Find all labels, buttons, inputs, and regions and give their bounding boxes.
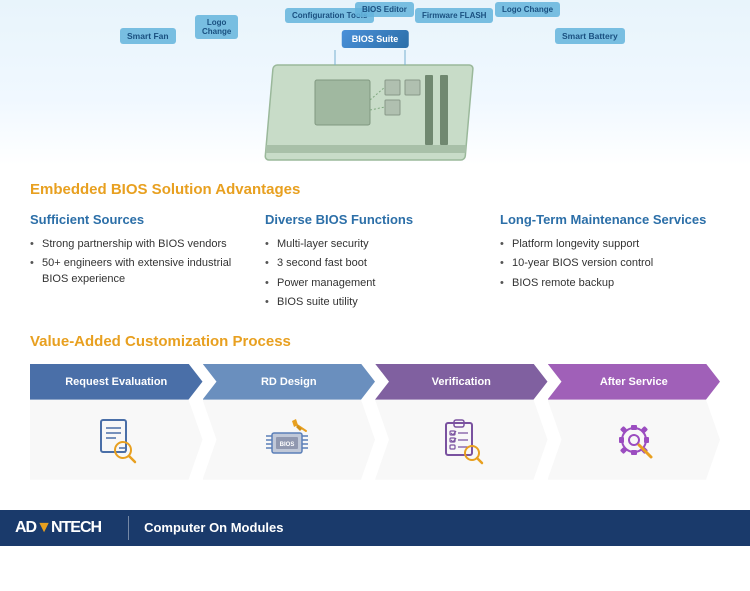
- col3-items: Platform longevity support 10-year BIOS …: [500, 235, 720, 293]
- list-item: BIOS remote backup: [500, 274, 720, 293]
- step3-icon-area: [375, 400, 548, 480]
- advantages-grid: Sufficient Sources Strong partnership wi…: [30, 212, 720, 313]
- footer-logo: AD▼NTECH: [15, 519, 113, 537]
- footer: AD▼NTECH Computer On Modules: [0, 510, 750, 546]
- list-item: Power management: [265, 274, 485, 293]
- step3-label: Verification: [432, 376, 491, 388]
- process-flow: Request Evaluation: [30, 364, 720, 480]
- logo-ntech: NTECH: [51, 519, 101, 536]
- step2-header: RD Design: [203, 364, 376, 400]
- step3-header: Verification: [375, 364, 548, 400]
- list-item: 3 second fast boot: [265, 254, 485, 273]
- section1-title: Embedded BIOS Solution Advantages: [30, 181, 720, 198]
- col1-title: Sufficient Sources: [30, 212, 250, 227]
- list-item: BIOS suite utility: [265, 293, 485, 312]
- request-evaluation-icon: [91, 415, 141, 465]
- section2-title: Value-Added Customization Process: [30, 333, 720, 350]
- footer-product-line: Computer On Modules: [144, 520, 283, 535]
- list-item: Multi-layer security: [265, 235, 485, 254]
- col2-title: Diverse BIOS Functions: [265, 212, 485, 227]
- label-logo-change-left: LogoChange: [195, 15, 238, 39]
- col1-items: Strong partnership with BIOS vendors 50+…: [30, 235, 250, 289]
- step-rd-design: RD Design BIOS: [203, 364, 376, 480]
- list-item: Strong partnership with BIOS vendors: [30, 235, 250, 254]
- logo-van: ▼: [36, 519, 51, 536]
- list-item: 10-year BIOS version control: [500, 254, 720, 273]
- step1-label: Request Evaluation: [65, 376, 167, 388]
- col-sufficient-sources: Sufficient Sources Strong partnership wi…: [30, 212, 265, 313]
- rd-design-icon: BIOS: [264, 415, 314, 465]
- col-longterm-maintenance: Long-Term Maintenance Services Platform …: [500, 212, 720, 313]
- svg-text:BIOS: BIOS: [279, 442, 294, 448]
- col3-title: Long-Term Maintenance Services: [500, 212, 720, 227]
- footer-brand: AD▼NTECH: [15, 519, 113, 537]
- step-verification: Verification: [375, 364, 548, 480]
- label-smart-fan: Smart Fan: [120, 28, 176, 44]
- step1-header: Request Evaluation: [30, 364, 203, 400]
- step-after-service: After Service: [548, 364, 721, 480]
- step4-header: After Service: [548, 364, 721, 400]
- col2-items: Multi-layer security 3 second fast boot …: [265, 235, 485, 313]
- bios-suite-label: BIOS Suite: [342, 30, 409, 48]
- label-logo-change-right: Logo Change: [495, 2, 560, 17]
- step4-icon-area: [548, 400, 721, 480]
- step2-label: RD Design: [261, 376, 317, 388]
- list-item: Platform longevity support: [500, 235, 720, 254]
- label-firmware-flash: Firmware FLASH: [415, 8, 493, 23]
- step-request-evaluation: Request Evaluation: [30, 364, 203, 480]
- step1-icon-area: [30, 400, 203, 480]
- step4-label: After Service: [600, 376, 668, 388]
- motherboard-illustration: [235, 45, 515, 165]
- label-bios-editor: BIOS Editor: [355, 2, 414, 17]
- step2-icon-area: BIOS: [203, 400, 376, 480]
- verification-icon: [436, 415, 486, 465]
- main-content: Embedded BIOS Solution Advantages Suffic…: [0, 165, 750, 500]
- col-diverse-bios: Diverse BIOS Functions Multi-layer secur…: [265, 212, 500, 313]
- footer-divider: [128, 516, 129, 540]
- diagram-area: Smart Fan LogoChange Configuration Tools…: [0, 0, 750, 165]
- logo-ad: AD: [15, 519, 36, 536]
- after-service-icon: [609, 415, 659, 465]
- label-smart-battery: Smart Battery: [555, 28, 625, 44]
- list-item: 50+ engineers with extensive industrial …: [30, 254, 250, 289]
